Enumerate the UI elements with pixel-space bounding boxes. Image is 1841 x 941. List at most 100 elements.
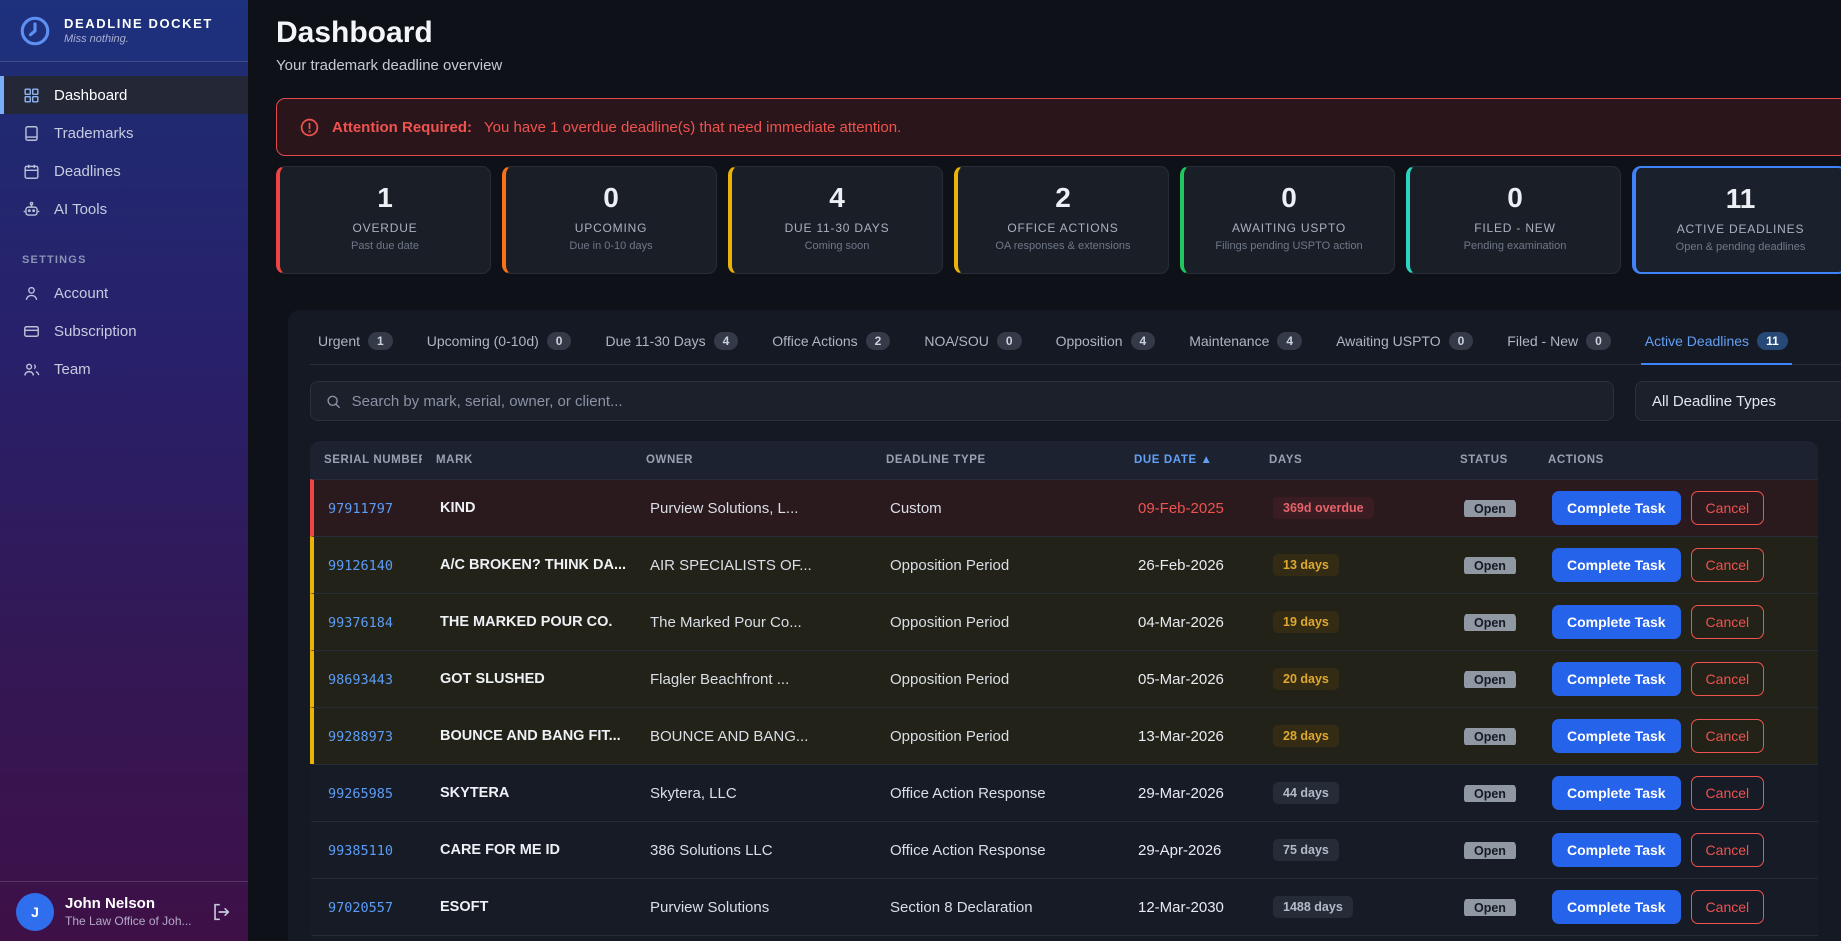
stat-label: OVERDUE (280, 221, 490, 235)
sidebar-item-subscription[interactable]: Subscription (0, 312, 248, 350)
tab-awaiting-uspto[interactable]: Awaiting USPTO 0 (1336, 332, 1473, 352)
tab-office-actions[interactable]: Office Actions2 (772, 332, 890, 352)
cancel-button[interactable]: Cancel (1691, 491, 1765, 525)
logout-icon[interactable] (210, 901, 232, 923)
days-badge: 44 days (1273, 782, 1339, 804)
sidebar-item-dashboard[interactable]: Dashboard (0, 76, 248, 114)
deadline-type-cell: Office Action Response (876, 842, 1124, 859)
col-actions: ACTIONS (1534, 454, 1618, 466)
attention-alert-banner: Attention Required: You have 1 overdue d… (276, 98, 1841, 156)
deadline-type-cell: Section 8 Declaration (876, 899, 1124, 916)
complete-task-button[interactable]: Complete Task (1552, 719, 1681, 753)
tab-noa-sou[interactable]: NOA/SOU0 (924, 332, 1021, 352)
due-date-cell: 04-Mar-2026 (1124, 614, 1259, 631)
tab-label: Awaiting USPTO (1336, 333, 1441, 349)
tab-upcoming[interactable]: Upcoming (0-10d)0 (427, 332, 572, 352)
stat-card-overdue[interactable]: 1 OVERDUE Past due date (276, 166, 491, 274)
complete-task-button[interactable]: Complete Task (1552, 833, 1681, 867)
stat-card-filed-new[interactable]: 0 FILED - NEW Pending examination (1406, 166, 1621, 274)
complete-task-button[interactable]: Complete Task (1552, 605, 1681, 639)
col-due-date-sort[interactable]: DUE DATE ▲ (1120, 454, 1255, 466)
serial-link[interactable]: 99376184 (328, 615, 393, 631)
col-deadline-type: DEADLINE TYPE (872, 454, 1120, 466)
page-subtitle: Your trademark deadline overview (276, 57, 1841, 74)
due-date-cell: 26-Feb-2026 (1124, 557, 1259, 574)
table-row: 98693443 GOT SLUSHED Flagler Beachfront … (310, 650, 1818, 707)
owner-cell: 386 Solutions LLC (636, 842, 876, 859)
search-icon (325, 393, 342, 410)
cancel-button[interactable]: Cancel (1691, 719, 1765, 753)
sidebar-item-deadlines[interactable]: Deadlines (0, 152, 248, 190)
col-label: DUE DATE (1134, 454, 1197, 466)
tab-urgent[interactable]: Urgent1 (318, 332, 393, 352)
stat-card-due-11-30[interactable]: 4 DUE 11-30 DAYS Coming soon (728, 166, 943, 274)
tab-maintenance[interactable]: Maintenance4 (1189, 332, 1302, 352)
complete-task-button[interactable]: Complete Task (1552, 548, 1681, 582)
deadline-type-cell: Opposition Period (876, 557, 1124, 574)
serial-link[interactable]: 99126140 (328, 558, 393, 574)
complete-task-button[interactable]: Complete Task (1552, 776, 1681, 810)
serial-link[interactable]: 99385110 (328, 843, 393, 859)
complete-task-button[interactable]: Complete Task (1552, 491, 1681, 525)
cancel-button[interactable]: Cancel (1691, 776, 1765, 810)
status-badge: Open (1464, 728, 1516, 745)
cancel-button[interactable]: Cancel (1691, 605, 1765, 639)
serial-link[interactable]: 97911797 (328, 501, 393, 517)
cancel-button[interactable]: Cancel (1691, 548, 1765, 582)
stat-sublabel: Open & pending deadlines (1636, 241, 1841, 253)
serial-link[interactable]: 99288973 (328, 729, 393, 745)
cancel-button[interactable]: Cancel (1691, 662, 1765, 696)
avatar: J (16, 893, 54, 931)
tab-count-badge: 4 (714, 332, 739, 350)
days-badge: 28 days (1273, 725, 1339, 747)
days-badge: 369d overdue (1273, 497, 1374, 519)
deadline-type-cell: Opposition Period (876, 614, 1124, 631)
serial-link[interactable]: 99265985 (328, 786, 393, 802)
stat-card-office-actions[interactable]: 2 OFFICE ACTIONS OA responses & extensio… (954, 166, 1169, 274)
stat-card-upcoming[interactable]: 0 UPCOMING Due in 0-10 days (502, 166, 717, 274)
tab-count-badge: 0 (1586, 332, 1611, 350)
search-input[interactable] (352, 393, 1599, 410)
tab-opposition[interactable]: Opposition4 (1056, 332, 1156, 352)
days-badge: 20 days (1273, 668, 1339, 690)
mark-cell: A/C BROKEN? THINK DA... (426, 557, 636, 573)
status-badge: Open (1464, 614, 1516, 631)
stat-cards-row: 1 OVERDUE Past due date 0 UPCOMING Due i… (276, 166, 1841, 274)
stat-sublabel: Coming soon (732, 240, 942, 252)
stat-card-awaiting-uspto[interactable]: 0 AWAITING USPTO Filings pending USPTO a… (1180, 166, 1395, 274)
stat-card-active-deadlines[interactable]: 11 ACTIVE DEADLINES Open & pending deadl… (1632, 166, 1841, 274)
table-row: 97020557 ESOFT Purview Solutions Section… (310, 878, 1818, 935)
main-nav: Dashboard Trademarks Deadlines AI Tools (0, 76, 248, 228)
cancel-button[interactable]: Cancel (1691, 890, 1765, 924)
serial-link[interactable]: 98693443 (328, 672, 393, 688)
table-row: 99385110 CARE FOR ME ID 386 Solutions LL… (310, 821, 1818, 878)
stat-sublabel: Past due date (280, 240, 490, 252)
complete-task-button[interactable]: Complete Task (1552, 662, 1681, 696)
tab-count-badge: 0 (1449, 332, 1474, 350)
deadline-type-filter[interactable]: All Deadline Types (1635, 381, 1841, 421)
deadline-type-cell: Opposition Period (876, 671, 1124, 688)
sidebar-item-account[interactable]: Account (0, 274, 248, 312)
cancel-button[interactable]: Cancel (1691, 833, 1765, 867)
mark-cell: ESOFT (426, 899, 636, 915)
book-icon (22, 124, 41, 143)
tab-filed-new[interactable]: Filed - New0 (1507, 332, 1610, 352)
due-date-cell: 12-Mar-2030 (1124, 899, 1259, 916)
complete-task-button[interactable]: Complete Task (1552, 890, 1681, 924)
tab-due-11-30[interactable]: Due 11-30 Days4 (605, 332, 738, 352)
status-badge: Open (1464, 500, 1516, 517)
tab-count-badge: 11 (1757, 332, 1788, 350)
due-date-cell: 29-Apr-2026 (1124, 842, 1259, 859)
col-serial-number: SERIAL NUMBER (310, 454, 422, 466)
tab-active-deadlines[interactable]: Active Deadlines11 (1645, 332, 1788, 352)
status-badge: Open (1464, 899, 1516, 916)
serial-link[interactable]: 97020557 (328, 900, 393, 916)
settings-section-label: SETTINGS (22, 254, 248, 266)
tab-label: NOA/SOU (924, 333, 989, 349)
sidebar-item-ai-tools[interactable]: AI Tools (0, 190, 248, 228)
user-name: John Nelson (65, 895, 199, 912)
sidebar-item-team[interactable]: Team (0, 350, 248, 388)
tab-label: Upcoming (0-10d) (427, 333, 539, 349)
sidebar-item-trademarks[interactable]: Trademarks (0, 114, 248, 152)
table-header: SERIAL NUMBER MARK OWNER DEADLINE TYPE D… (310, 441, 1818, 479)
